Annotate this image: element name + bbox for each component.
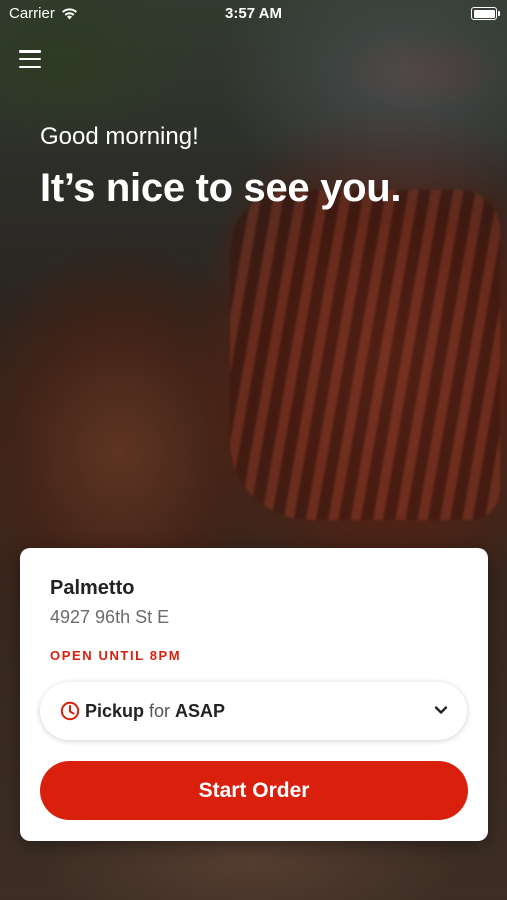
order-mode-selector[interactable]: Pickup for ASAP — [40, 682, 467, 740]
status-bar: Carrier 3:57 AM — [0, 0, 507, 28]
battery-icon — [471, 7, 500, 20]
order-time-label: ASAP — [175, 700, 226, 721]
wifi-icon — [61, 8, 77, 20]
start-order-button[interactable]: Start Order — [40, 761, 468, 820]
clock-icon — [60, 701, 80, 721]
carrier-label: Carrier — [9, 5, 55, 22]
carrier-info: Carrier — [9, 5, 78, 22]
welcome-headline: It’s nice to see you. — [40, 166, 402, 210]
order-mode-connector: for — [149, 700, 171, 721]
store-card: Palmetto 4927 96th St E OPEN UNTIL 8PM P… — [20, 548, 488, 841]
store-address: 4927 96th St E — [50, 607, 170, 627]
hamburger-menu-icon[interactable] — [18, 48, 42, 70]
greeting-text: Good morning! — [40, 123, 199, 150]
store-hours: OPEN UNTIL 8PM — [50, 648, 182, 663]
chevron-down-icon — [434, 706, 448, 714]
store-name: Palmetto — [50, 577, 135, 599]
order-mode-label: Pickup — [85, 700, 145, 721]
